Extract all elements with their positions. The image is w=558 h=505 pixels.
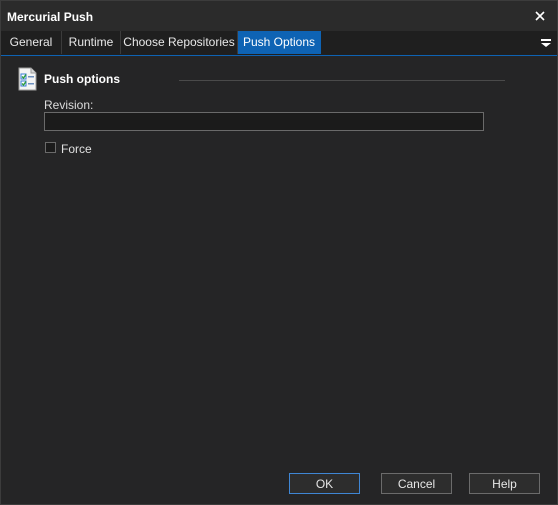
title-bar: Mercurial Push	[1, 1, 557, 31]
dialog-window: Mercurial Push General Runtime Choose Re…	[0, 0, 558, 505]
section-title: Push options	[44, 72, 120, 86]
window-title: Mercurial Push	[7, 10, 94, 24]
tab-choose-repositories[interactable]: Choose Repositories	[121, 31, 238, 54]
tab-menu-button[interactable]	[539, 35, 553, 51]
revision-input[interactable]	[44, 112, 484, 131]
force-label[interactable]: Force	[61, 142, 92, 156]
tab-runtime[interactable]: Runtime	[62, 31, 121, 54]
close-button[interactable]	[529, 6, 551, 26]
force-checkbox[interactable]	[45, 142, 56, 153]
dropdown-menu-icon	[541, 39, 551, 47]
close-icon	[535, 11, 545, 21]
tab-push-options[interactable]: Push Options	[238, 31, 321, 54]
ok-button[interactable]: OK	[289, 473, 360, 494]
help-button[interactable]: Help	[469, 473, 540, 494]
section-divider	[179, 80, 505, 81]
tab-general[interactable]: General	[1, 31, 62, 54]
checklist-icon	[18, 67, 37, 91]
tab-bar: General Runtime Choose Repositories Push…	[1, 31, 557, 56]
revision-label: Revision:	[44, 98, 94, 112]
cancel-button[interactable]: Cancel	[381, 473, 452, 494]
